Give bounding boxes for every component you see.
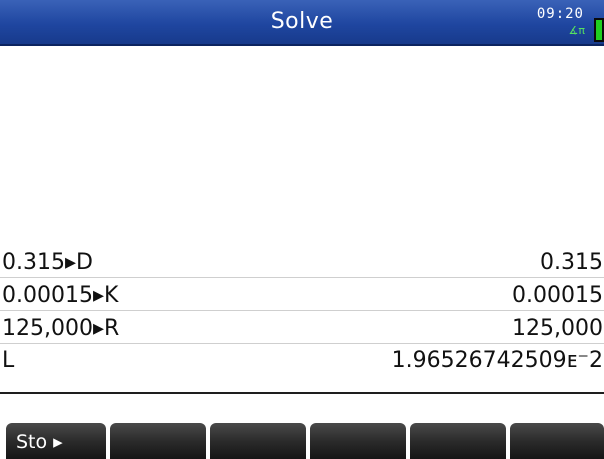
softkey-5[interactable] <box>410 423 506 459</box>
history-entry[interactable]: L 1.96526742509ᴇ⁻2 <box>0 346 604 376</box>
history-entry[interactable]: 0.315▸D 0.315 <box>0 248 604 278</box>
clock: 09:20 <box>536 6 584 22</box>
softkey-4[interactable] <box>310 423 406 459</box>
history-entry[interactable]: 125,000▸R 125,000 <box>0 314 604 344</box>
entry-input: 0.00015▸K <box>2 283 119 308</box>
softkey-menu: Sto ▸ <box>0 423 604 459</box>
entry-output: 0.315 <box>540 250 603 275</box>
softkey-2[interactable] <box>110 423 206 459</box>
history-area: 0.315▸D 0.315 0.00015▸K 0.00015 125,000▸… <box>0 46 604 390</box>
sto-softkey[interactable]: Sto ▸ <box>6 423 106 459</box>
entry-input: L <box>2 348 15 373</box>
entry-input: 0.315▸D <box>2 250 93 275</box>
battery-icon <box>594 18 604 42</box>
softkey-6[interactable] <box>510 423 604 459</box>
entry-output: 1.96526742509ᴇ⁻2 <box>391 348 603 373</box>
entry-input: 125,000▸R <box>2 316 120 341</box>
history-entry[interactable]: 0.00015▸K 0.00015 <box>0 281 604 311</box>
app-title: Solve <box>270 9 334 34</box>
command-line[interactable] <box>0 392 604 422</box>
title-bar: Solve 09:20 ∡π <box>0 0 604 46</box>
entry-output: 125,000 <box>512 316 603 341</box>
angle-mode-icon: ∡π <box>568 24 585 37</box>
entry-output: 0.00015 <box>512 283 603 308</box>
softkey-3[interactable] <box>210 423 306 459</box>
